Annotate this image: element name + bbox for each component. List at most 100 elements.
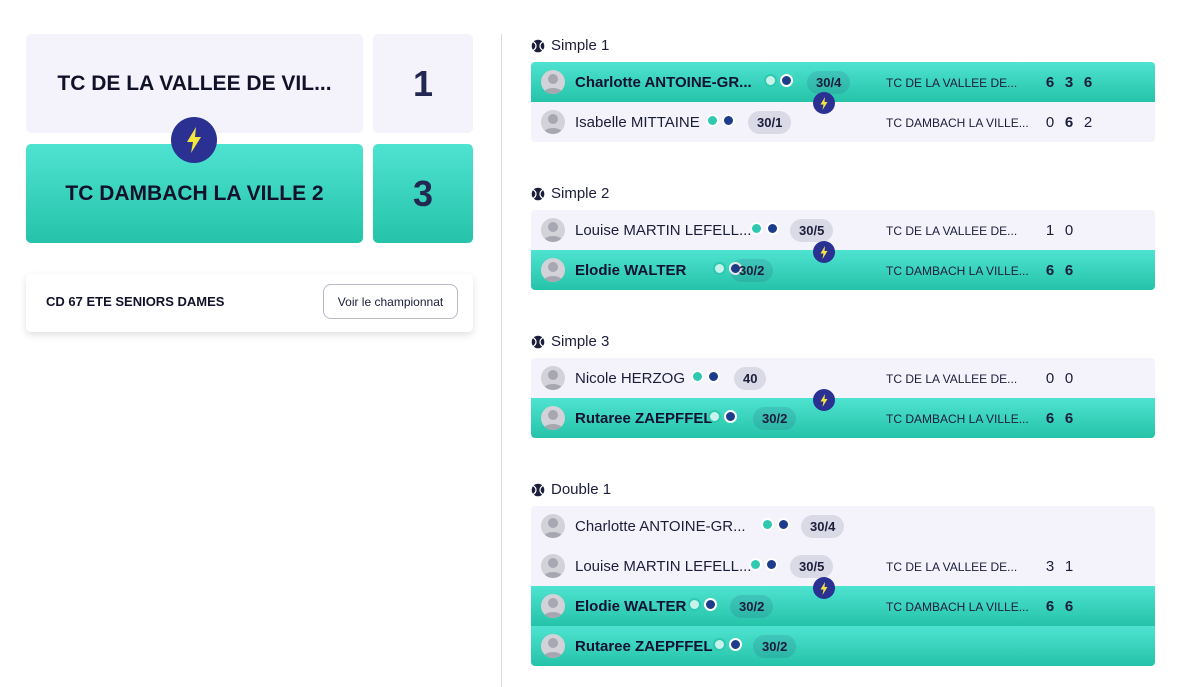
player-row[interactable]: Elodie WALTER 30/2 TC DAMBACH LA VILLE... 6… [531,250,1155,290]
player-row[interactable]: Isabelle MITTAINE 30/1 TC DAMBACH LA VILLE… [531,102,1155,142]
tennis-ball-icon [531,187,545,200]
player-name[interactable]: Nicole HERZOG [575,370,685,387]
winner-bolt-icon [813,241,835,263]
set-score: 6 [1064,410,1074,427]
set-score: 6 [1064,262,1074,279]
tennis-ball-icon [688,598,701,611]
winner-bolt-icon [813,577,835,599]
player-badges [750,222,779,235]
ranking-badge: 40 [734,367,767,390]
club-name: TC DAMBACH LA VILLE... [886,116,1029,130]
set-scores: 66 [1045,262,1074,279]
club-name: TC DE LA VALLEE DE... [886,224,1018,238]
player-name[interactable]: Louise MARTIN LEFELL... [575,222,751,239]
ranking-badge: 30/4 [801,515,845,538]
set-score: 1 [1045,222,1055,239]
ranking-badge: 30/2 [730,259,774,282]
vertical-divider [501,34,502,687]
match-card[interactable]: Charlotte ANTOINE-GR... 30/4 Louise MARTIN… [531,506,1155,666]
player-badges [764,74,793,87]
set-scores: 66 [1045,598,1074,615]
player-badges [708,410,737,423]
set-score: 6 [1064,598,1074,615]
set-score: 6 [1064,114,1074,131]
tennis-ball-icon [531,335,545,348]
tennis-ball-icon [761,518,774,531]
avatar-icon [541,366,565,390]
player-name[interactable]: Louise MARTIN LEFELL... [575,558,751,575]
set-score: 6 [1045,262,1055,279]
avatar-icon [541,406,565,430]
player-row[interactable]: Rutaree ZAEPFFEL 30/2 [531,626,1155,666]
player-badges [688,598,717,611]
player-row[interactable]: Rutaree ZAEPFFEL 30/2 TC DAMBACH LA VILLE.… [531,398,1155,438]
club-name: TC DAMBACH LA VILLE... [886,264,1029,278]
player-name[interactable]: Elodie WALTER [575,598,686,615]
set-score: 0 [1064,370,1074,387]
tennis-ball-icon [764,74,777,87]
set-scores: 66 [1045,410,1074,427]
tennis-ball-icon [708,410,721,423]
match-card[interactable]: Louise MARTIN LEFELL... 30/5 TC DE LA VALL… [531,210,1155,290]
player-row[interactable]: Elodie WALTER 30/2 TC DAMBACH LA VILLE... 6… [531,586,1155,626]
match-title: Simple 2 [531,185,609,202]
player-name[interactable]: Charlotte ANTOINE-GR... [575,518,746,535]
federation-icon [704,598,717,611]
federation-icon [777,518,790,531]
player-row[interactable]: Charlotte ANTOINE-GR... 30/4 TC DE LA VALL… [531,62,1155,102]
club-name: TC DE LA VALLEE DE... [886,372,1018,386]
federation-icon [780,74,793,87]
match-title-label: Double 1 [551,481,612,498]
player-badges [706,114,735,127]
match-title-label: Simple 3 [551,333,610,350]
player-row[interactable]: Charlotte ANTOINE-GR... 30/4 [531,506,1155,546]
set-score: 6 [1045,74,1055,91]
set-score: 3 [1064,74,1074,91]
player-name[interactable]: Isabelle MITTAINE [575,114,700,131]
club-name: TC DE LA VALLEE DE... [886,560,1018,574]
set-scores: 31 [1045,558,1074,575]
player-row[interactable]: Louise MARTIN LEFELL... 30/5 TC DE LA VALL… [531,546,1155,586]
match-title-label: Simple 2 [551,185,610,202]
avatar-icon [541,634,565,658]
championship-card: CD 67 ETE SENIORS DAMES Voir le champion… [26,274,473,332]
ranking-badge: 30/5 [790,555,834,578]
tennis-ball-icon [713,262,726,275]
player-row[interactable]: Louise MARTIN LEFELL... 30/5 TC DE LA VALL… [531,210,1155,250]
player-row[interactable]: Nicole HERZOG 40 TC DE LA VALLEE DE... 0 0 [531,358,1155,398]
player-name[interactable]: Rutaree ZAEPFFEL [575,638,713,655]
set-score: 2 [1083,114,1093,131]
avatar-icon [541,218,565,242]
match-card[interactable]: Charlotte ANTOINE-GR... 30/4 TC DE LA VALL… [531,62,1155,142]
set-score: 6 [1045,598,1055,615]
avatar-icon [541,110,565,134]
player-badges [713,638,742,651]
player-badges [749,558,778,571]
away-team-name: TC DAMBACH LA VILLE 2 [65,181,324,205]
match-title-label: Simple 1 [551,37,610,54]
ranking-badge: 30/1 [748,111,792,134]
set-scores: 10 [1045,222,1074,239]
avatar-icon [541,554,565,578]
player-name[interactable]: Charlotte ANTOINE-GR... [575,74,752,91]
tennis-ball-icon [531,39,545,52]
set-score: 6 [1083,74,1093,91]
set-score: 3 [1045,558,1055,575]
federation-icon [724,410,737,423]
federation-icon [766,222,779,235]
match-page: TC DE LA VALLEE DE VIL... 1 TC DAMBACH L… [0,0,1180,687]
club-name: TC DAMBACH LA VILLE... [886,412,1029,426]
player-name[interactable]: Elodie WALTER [575,262,686,279]
set-score: 0 [1045,114,1055,131]
ranking-badge: 30/4 [807,71,851,94]
tennis-ball-icon [750,222,763,235]
championship-title: CD 67 ETE SENIORS DAMES [46,294,225,309]
player-name[interactable]: Rutaree ZAEPFFEL [575,410,713,427]
view-championship-button[interactable]: Voir le championnat [323,284,458,319]
ranking-badge: 30/5 [790,219,834,242]
club-name: TC DAMBACH LA VILLE... [886,600,1029,614]
match-card[interactable]: Nicole HERZOG 40 TC DE LA VALLEE DE... 0 0 Ru… [531,358,1155,438]
set-score: 1 [1064,558,1074,575]
ranking-badge: 30/2 [753,407,797,430]
winner-bolt-icon [813,92,835,114]
